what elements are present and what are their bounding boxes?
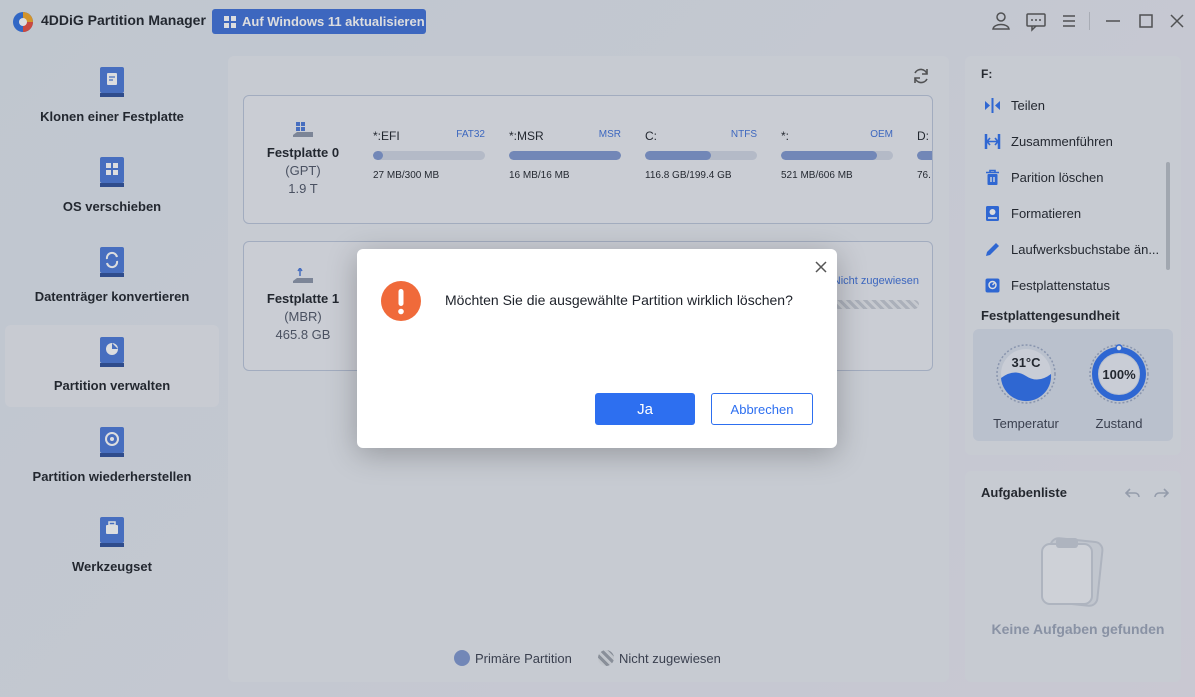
confirm-delete-dialog: Möchten Sie die ausgewählte Partition wi…: [357, 249, 837, 448]
dialog-close-icon[interactable]: [813, 259, 829, 275]
dialog-message: Möchten Sie die ausgewählte Partition wi…: [445, 292, 793, 308]
confirm-yes-button[interactable]: Ja: [595, 393, 695, 425]
warning-icon: [381, 281, 421, 321]
cancel-button[interactable]: Abbrechen: [711, 393, 813, 425]
